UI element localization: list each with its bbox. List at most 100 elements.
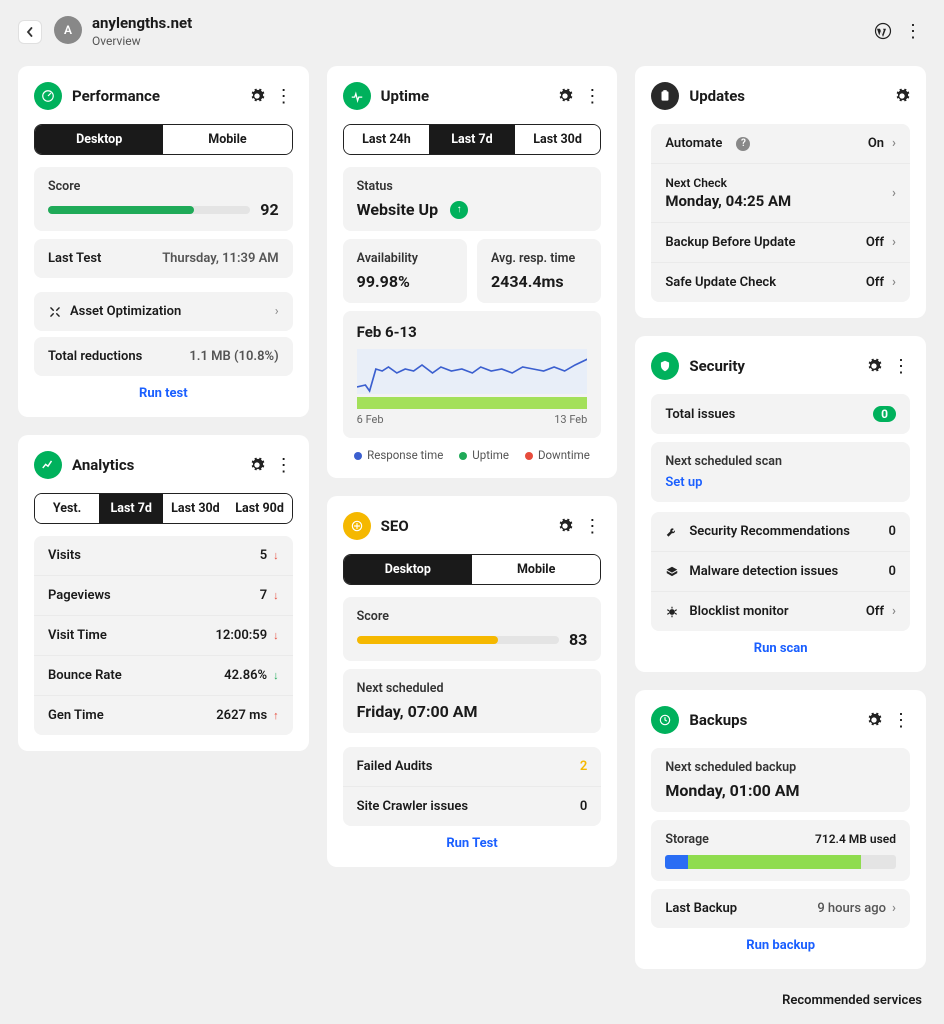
- tab-mobile[interactable]: Mobile: [163, 125, 291, 154]
- backups-card: Backups ⋮ Next scheduled backup Monday, …: [635, 690, 926, 969]
- setup-scan-link[interactable]: Set up: [665, 475, 702, 490]
- safe-update-row[interactable]: Safe Update Check Off›: [651, 263, 910, 302]
- chevron-right-icon: ›: [892, 901, 896, 916]
- asset-opt-icon: [48, 305, 62, 319]
- chevron-right-icon: ›: [892, 604, 896, 619]
- seo-next-scheduled: Friday, 07:00 AM: [357, 702, 588, 721]
- automate-row[interactable]: Automate? On›: [651, 124, 910, 164]
- more-icon[interactable]: ⋮: [583, 522, 601, 531]
- avg-resp-value: 2434.4ms: [491, 272, 587, 291]
- chevron-right-icon: ›: [892, 136, 896, 151]
- run-scan-button[interactable]: Run scan: [651, 641, 910, 656]
- arrow-up-icon: ↑: [450, 201, 468, 219]
- more-icon[interactable]: ⋮: [275, 461, 293, 470]
- security-card: Security ⋮ Total issues 0 Next scheduled…: [635, 336, 926, 672]
- tab-30d[interactable]: Last 30d: [515, 125, 601, 154]
- analytics-card: Analytics ⋮ Yest. Last 7d Last 30d Last …: [18, 435, 309, 751]
- updates-title: Updates: [689, 87, 745, 105]
- chevron-right-icon: ›: [275, 304, 279, 319]
- tab-7d[interactable]: Last 7d: [99, 494, 163, 523]
- gear-icon[interactable]: [557, 88, 573, 104]
- analytics-title: Analytics: [72, 456, 134, 474]
- security-icon: [651, 352, 679, 380]
- seo-title: SEO: [381, 517, 409, 535]
- failed-audits-count: 2: [580, 759, 587, 774]
- run-test-button[interactable]: Run Test: [343, 836, 602, 851]
- next-check-row[interactable]: Next Check Monday, 04:25 AM ›: [651, 164, 910, 223]
- next-backup-value: Monday, 01:00 AM: [665, 781, 896, 800]
- backups-title: Backups: [689, 711, 747, 729]
- performance-title: Performance: [72, 87, 160, 105]
- performance-device-tabs: Desktop Mobile: [34, 124, 293, 155]
- uptime-icon: [343, 82, 371, 110]
- gear-icon[interactable]: [894, 88, 910, 104]
- performance-icon: [34, 82, 62, 110]
- last-backup-row[interactable]: Last Backup 9 hours ago›: [651, 889, 910, 928]
- help-icon: ?: [736, 137, 750, 151]
- performance-score: 92: [260, 200, 278, 219]
- gear-icon[interactable]: [557, 518, 573, 534]
- tab-yest[interactable]: Yest.: [35, 494, 99, 523]
- arrow-down-icon: ↓: [273, 589, 279, 602]
- more-icon[interactable]: ⋮: [892, 716, 910, 725]
- uptime-status: Website Up: [357, 200, 438, 219]
- chevron-right-icon: ›: [892, 235, 896, 250]
- storage-used: 712.4 MB used: [815, 832, 896, 847]
- chevron-right-icon: ›: [892, 275, 896, 290]
- more-menu-icon[interactable]: ⋮: [904, 27, 922, 36]
- tab-24h[interactable]: Last 24h: [344, 125, 430, 154]
- uptime-legend: Response time Uptime Downtime: [343, 448, 602, 462]
- total-reductions-value: 1.1 MB (10.8%): [189, 349, 278, 364]
- updates-card: Updates Automate? On› Next Check Monday,…: [635, 66, 926, 318]
- gear-icon[interactable]: [249, 457, 265, 473]
- tab-mobile[interactable]: Mobile: [472, 555, 600, 584]
- gear-icon[interactable]: [866, 358, 882, 374]
- last-test-value: Thursday, 11:39 AM: [162, 251, 278, 266]
- tab-90d[interactable]: Last 90d: [228, 494, 292, 523]
- security-title: Security: [689, 357, 745, 375]
- uptime-card: Uptime ⋮ Last 24h Last 7d Last 30d Statu…: [327, 66, 618, 478]
- run-backup-button[interactable]: Run backup: [651, 938, 910, 953]
- seo-device-tabs: Desktop Mobile: [343, 554, 602, 585]
- uptime-range-tabs: Last 24h Last 7d Last 30d: [343, 124, 602, 155]
- recommended-services-link[interactable]: Recommended services: [0, 989, 944, 1024]
- more-icon[interactable]: ⋮: [583, 92, 601, 101]
- tab-7d[interactable]: Last 7d: [429, 125, 515, 154]
- analytics-range-tabs: Yest. Last 7d Last 30d Last 90d: [34, 493, 293, 524]
- storage-bar: [665, 855, 896, 869]
- tab-desktop[interactable]: Desktop: [35, 125, 163, 154]
- back-button[interactable]: [18, 20, 42, 44]
- blocklist-row[interactable]: Blocklist monitor Off›: [651, 592, 910, 631]
- bug-icon: [665, 605, 679, 619]
- chevron-left-icon: [25, 27, 35, 37]
- asset-optimization-row[interactable]: Asset Optimization ›: [34, 292, 293, 331]
- score-label: Score: [48, 179, 279, 194]
- gear-icon[interactable]: [866, 712, 882, 728]
- seo-icon: [343, 512, 371, 540]
- seo-score: 83: [569, 630, 587, 649]
- arrow-down-icon: ↓: [273, 629, 279, 642]
- total-issues-badge: 0: [873, 406, 896, 422]
- updates-icon: [651, 82, 679, 110]
- run-test-button[interactable]: Run test: [34, 386, 293, 401]
- site-avatar: A: [54, 16, 82, 44]
- more-icon[interactable]: ⋮: [275, 92, 293, 101]
- availability-value: 99.98%: [357, 272, 453, 291]
- more-icon[interactable]: ⋮: [892, 362, 910, 371]
- crawler-issues-count: 0: [580, 799, 587, 814]
- tab-30d[interactable]: Last 30d: [163, 494, 227, 523]
- analytics-icon: [34, 451, 62, 479]
- page-subtitle: Overview: [92, 34, 192, 48]
- uptime-title: Uptime: [381, 87, 429, 105]
- total-reductions-label: Total reductions: [48, 349, 142, 364]
- site-title: anylengths.net: [92, 14, 192, 32]
- last-test-label: Last Test: [48, 251, 101, 266]
- top-bar: A anylengths.net Overview ⋮: [0, 0, 944, 56]
- wordpress-icon[interactable]: [874, 22, 892, 40]
- backup-before-row[interactable]: Backup Before Update Off›: [651, 223, 910, 263]
- gear-icon[interactable]: [249, 88, 265, 104]
- arrow-up-icon: ↑: [273, 709, 279, 722]
- tab-desktop[interactable]: Desktop: [344, 555, 472, 584]
- wrench-icon: [665, 525, 679, 539]
- seo-card: SEO ⋮ Desktop Mobile Score 83: [327, 496, 618, 867]
